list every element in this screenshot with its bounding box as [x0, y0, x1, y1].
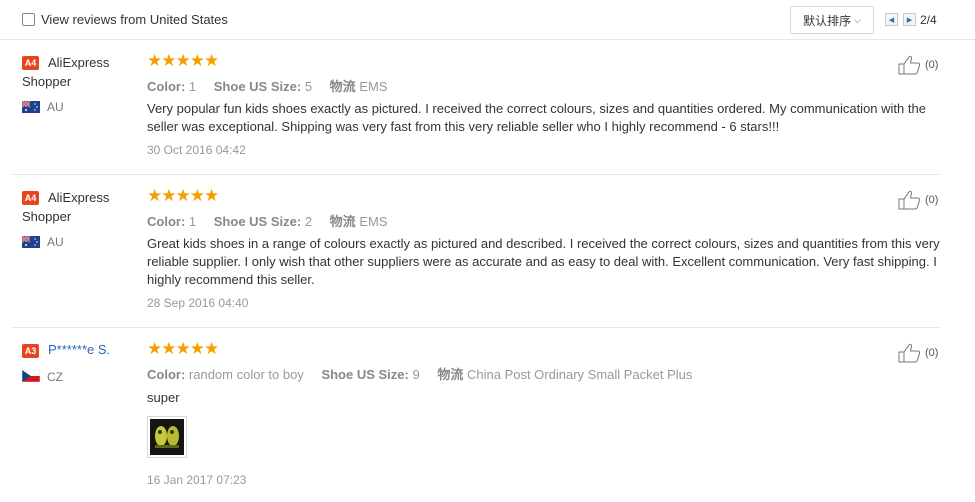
chevron-down-icon: ⌵: [854, 14, 861, 25]
review-date: 28 Sep 2016 04:40: [147, 296, 249, 310]
reviewer-name: AliExpress Shopper: [22, 55, 110, 89]
page-indicator: 2/4: [920, 13, 937, 27]
review-item: A3 P******e S. CZ ★★★★★ Color: random co…: [12, 328, 940, 502]
color-key: Color:: [147, 214, 186, 229]
shipping-key: 物流: [329, 214, 356, 229]
review-item: A4 AliExpress Shopper AU ★★★★★ Color: 1 …: [12, 40, 940, 175]
shipping-value: China Post Ordinary Small Packet Plus: [466, 367, 693, 382]
thumbs-up-icon: [898, 190, 921, 210]
review-item: A4 AliExpress Shopper AU ★★★★★ Color: 1 …: [12, 175, 940, 328]
shipping-value: EMS: [359, 214, 388, 229]
size-key: Shoe US Size:: [213, 79, 302, 94]
reviewer-name-link[interactable]: P******e S.: [48, 342, 110, 357]
next-page-button[interactable]: ▶: [903, 13, 916, 26]
thumbs-up-icon: [898, 343, 921, 363]
helpful-button[interactable]: (0): [898, 55, 938, 75]
reviewer-country: AU: [47, 100, 64, 114]
color-key: Color:: [147, 79, 186, 94]
shipping-value: EMS: [359, 79, 388, 94]
star-rating: ★★★★★: [147, 186, 219, 205]
order-attributes: Color: 1 Shoe US Size: 5 物流 EMS: [147, 76, 387, 95]
reviews-toolbar: View reviews from United States 默认排序 ⌵ ◀…: [0, 0, 975, 40]
order-attributes: Color: 1 Shoe US Size: 2 物流 EMS: [147, 211, 387, 230]
helpful-count: (0): [925, 194, 939, 206]
review-date: 16 Jan 2017 07:23: [147, 473, 247, 487]
size-value: 5: [304, 79, 313, 94]
australia-flag-icon: [22, 236, 40, 248]
order-attributes: Color: random color to boy Shoe US Size:…: [147, 364, 692, 383]
size-value: 2: [304, 214, 313, 229]
chevron-left-icon: ◀: [888, 16, 895, 24]
thumbs-up-icon: [898, 55, 921, 75]
review-date: 30 Oct 2016 04:42: [147, 143, 246, 157]
helpful-count: (0): [925, 347, 939, 359]
shipping-key: 物流: [437, 367, 464, 382]
review-photo-thumbnail[interactable]: [147, 416, 187, 458]
color-value: random color to boy: [188, 367, 304, 382]
size-key: Shoe US Size:: [213, 214, 302, 229]
helpful-button[interactable]: (0): [898, 190, 938, 210]
size-value: 9: [412, 367, 420, 382]
review-photo: [150, 419, 184, 455]
sort-dropdown[interactable]: 默认排序 ⌵: [790, 6, 874, 34]
reviewer-country: CZ: [47, 370, 63, 384]
color-key: Color:: [147, 367, 186, 382]
us-filter-checkbox[interactable]: [22, 13, 35, 26]
shipping-key: 物流: [329, 79, 356, 94]
size-key: Shoe US Size:: [321, 367, 409, 382]
color-value: 1: [188, 214, 197, 229]
helpful-button[interactable]: (0): [898, 343, 938, 363]
chevron-right-icon: ▶: [906, 16, 913, 24]
prev-page-button[interactable]: ◀: [885, 13, 898, 26]
review-text: super: [147, 390, 180, 405]
helpful-count: (0): [925, 59, 939, 71]
review-text: Very popular fun kids shoes exactly as p…: [147, 101, 926, 134]
reviewer-country: AU: [47, 235, 64, 249]
sort-label: 默认排序: [803, 13, 852, 28]
us-filter-label[interactable]: View reviews from United States: [41, 12, 228, 27]
us-filter[interactable]: View reviews from United States: [22, 12, 228, 27]
star-rating: ★★★★★: [147, 51, 219, 70]
czech-flag-icon: [22, 370, 40, 382]
buyer-level-badge: A3: [22, 344, 39, 358]
reviewer-name: AliExpress Shopper: [22, 190, 110, 224]
star-rating: ★★★★★: [147, 339, 219, 358]
color-value: 1: [188, 79, 197, 94]
australia-flag-icon: [22, 101, 40, 113]
review-text: Great kids shoes in a range of colours e…: [147, 236, 940, 287]
